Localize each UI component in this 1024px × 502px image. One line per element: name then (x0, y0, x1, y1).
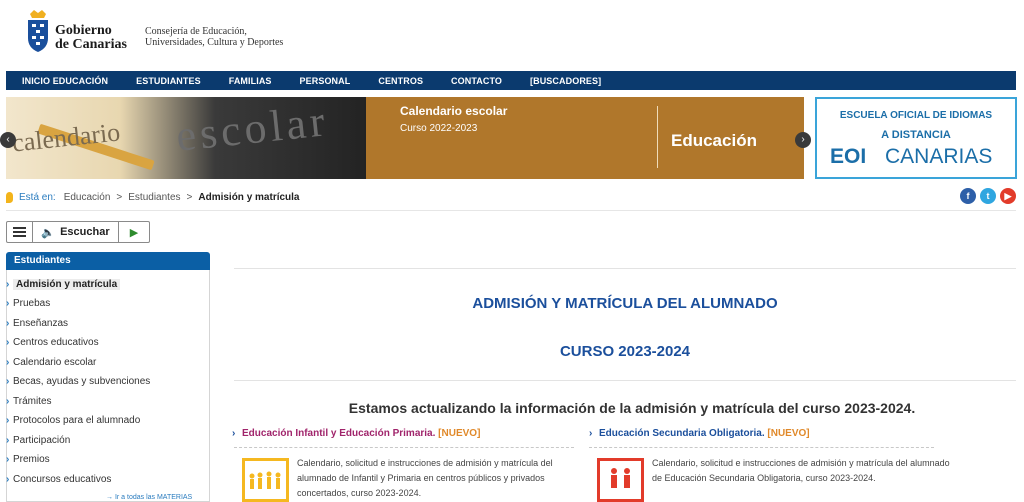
play-icon: ▶ (129, 226, 139, 239)
sidebar-item-concursos[interactable]: Concursos educativos (6, 472, 111, 487)
breadcrumb: Está en: Educación > Estudiantes > Admis… (6, 190, 300, 204)
course-title: CURSO 2023-2024 (559, 343, 691, 360)
section-divider-secundaria (589, 447, 934, 448)
breadcrumb-label: Está en: (19, 191, 56, 203)
students-pair-icon[interactable] (597, 458, 644, 502)
breadcrumb-separator-icon: > (116, 191, 123, 203)
sidebar-item-premios[interactable]: Premios (6, 452, 50, 467)
content-top-divider (234, 268, 1016, 269)
eoi-line2: A DISTANCIA (881, 129, 951, 141)
link-infantil-primaria-label: Educación Infantil y Educación Primaria. (242, 428, 436, 439)
nav-centros[interactable]: CENTROS (364, 76, 437, 86)
government-name-line2: de Canarias (55, 37, 127, 52)
sidebar-item-centros-educativos[interactable]: Centros educativos (6, 335, 99, 350)
section-divider-infantil (234, 447, 574, 448)
coat-of-arms-logo[interactable] (25, 8, 51, 54)
listen-button-label: Escuchar (60, 226, 110, 238)
new-badge: [NUEVO] (767, 428, 810, 439)
sidebar-item-protocolos[interactable]: Protocolos para el alumnado (6, 413, 140, 428)
breadcrumb-separator-icon: > (186, 191, 193, 203)
department-name: Consejería de Educación, Universidades, … (145, 26, 283, 48)
nav-familias[interactable]: FAMILIAS (215, 76, 286, 86)
nav-estudiantes[interactable]: ESTUDIANTES (122, 76, 215, 86)
breadcrumb-current: Admisión y matrícula (198, 191, 300, 203)
sidebar-item-becas[interactable]: Becas, ayudas y subvenciones (6, 374, 150, 389)
new-badge: [NUEVO] (438, 428, 481, 439)
nav-inicio-educacion[interactable]: INICIO EDUCACIÓN (6, 76, 122, 86)
department-name-line1: Consejería de Educación, (145, 26, 247, 37)
hamburger-icon (13, 225, 26, 239)
banner-carousel[interactable]: calendario escolar Calendario escolar Cu… (6, 97, 804, 179)
banner-photo: calendario escolar (6, 97, 386, 179)
sidebar-title: Estudiantes (6, 252, 210, 270)
banner-subtitle: Curso 2022-2023 (400, 123, 478, 134)
secundaria-description: Calendario, solicitud e instrucciones de… (652, 458, 950, 483)
banner-title: Calendario escolar (400, 104, 508, 118)
link-secundaria[interactable]: Educación Secundaria Obligatoria. [NUEVO… (589, 428, 810, 439)
infantil-primaria-description: Calendario, solicitud e instrucciones de… (297, 458, 553, 498)
nav-contacto[interactable]: CONTACTO (437, 76, 516, 86)
link-secundaria-label: Educación Secundaria Obligatoria. (599, 428, 765, 439)
sidebar-item-pruebas[interactable]: Pruebas (6, 296, 50, 311)
banner-divider (657, 106, 658, 168)
breadcrumb-estudiantes[interactable]: Estudiantes (128, 192, 180, 203)
all-materias-link[interactable]: → Ir a todas las MATERIAS (106, 494, 192, 501)
link-infantil-primaria[interactable]: Educación Infantil y Educación Primaria.… (232, 428, 480, 439)
twitter-icon[interactable]: t (980, 188, 996, 204)
carousel-prev-icon[interactable]: ‹ (0, 132, 16, 148)
breadcrumb-educacion[interactable]: Educación (64, 192, 111, 203)
sidebar-item-calendario-escolar[interactable]: Calendario escolar (6, 355, 96, 370)
site-header: Gobierno de Canarias Consejería de Educa… (0, 0, 1024, 70)
banner-photo-word-escolar: escolar (173, 97, 331, 161)
speaker-icon: 🔈 (41, 226, 56, 239)
eoi-line1: ESCUELA OFICIAL DE IDIOMAS (839, 110, 993, 121)
banner-section-label: Educación (671, 131, 757, 150)
content-mid-divider (234, 380, 1016, 381)
carousel-next-icon[interactable]: › (795, 132, 811, 148)
sidebar-item-admision[interactable]: Admisión y matrícula (6, 277, 121, 292)
breadcrumb-divider (6, 210, 1016, 211)
department-name-line2: Universidades, Cultura y Deportes (145, 37, 284, 48)
listen-menu-button[interactable] (7, 222, 33, 242)
play-button[interactable]: ▶ (119, 222, 149, 242)
eoi-brand-eoi: EOI (830, 145, 867, 168)
government-name[interactable]: Gobierno de Canarias (55, 24, 127, 52)
youtube-icon[interactable]: ▶ (1000, 188, 1016, 204)
page-title: ADMISIÓN Y MATRÍCULA DEL ALUMNADO (472, 295, 778, 312)
eoi-canarias-banner[interactable]: ESCUELA OFICIAL DE IDIOMAS A DISTANCIA E… (815, 97, 1017, 179)
main-nav: INICIO EDUCACIÓN ESTUDIANTES FAMILIAS PE… (6, 71, 1016, 90)
sidebar-item-tramites[interactable]: Trámites (6, 394, 52, 409)
children-group-icon[interactable] (242, 458, 289, 502)
text-to-speech-bar: 🔈 Escuchar ▶ (6, 221, 150, 243)
update-notice: Estamos actualizando la información de l… (348, 400, 916, 416)
nav-personal[interactable]: PERSONAL (286, 76, 365, 86)
sidebar-item-ensenanzas[interactable]: Enseñanzas (6, 316, 68, 331)
sidebar-item-label: Admisión y matrícula (13, 279, 121, 290)
listen-button[interactable]: 🔈 Escuchar (33, 222, 119, 242)
facebook-icon[interactable]: f (960, 188, 976, 204)
nav-buscadores[interactable]: [BUSCADORES] (516, 76, 615, 86)
sidebar-item-participacion[interactable]: Participación (6, 433, 70, 448)
government-name-line1: Gobierno (55, 23, 112, 38)
location-pin-icon (6, 191, 13, 203)
eoi-brand-canarias: CANARIAS (885, 145, 993, 168)
